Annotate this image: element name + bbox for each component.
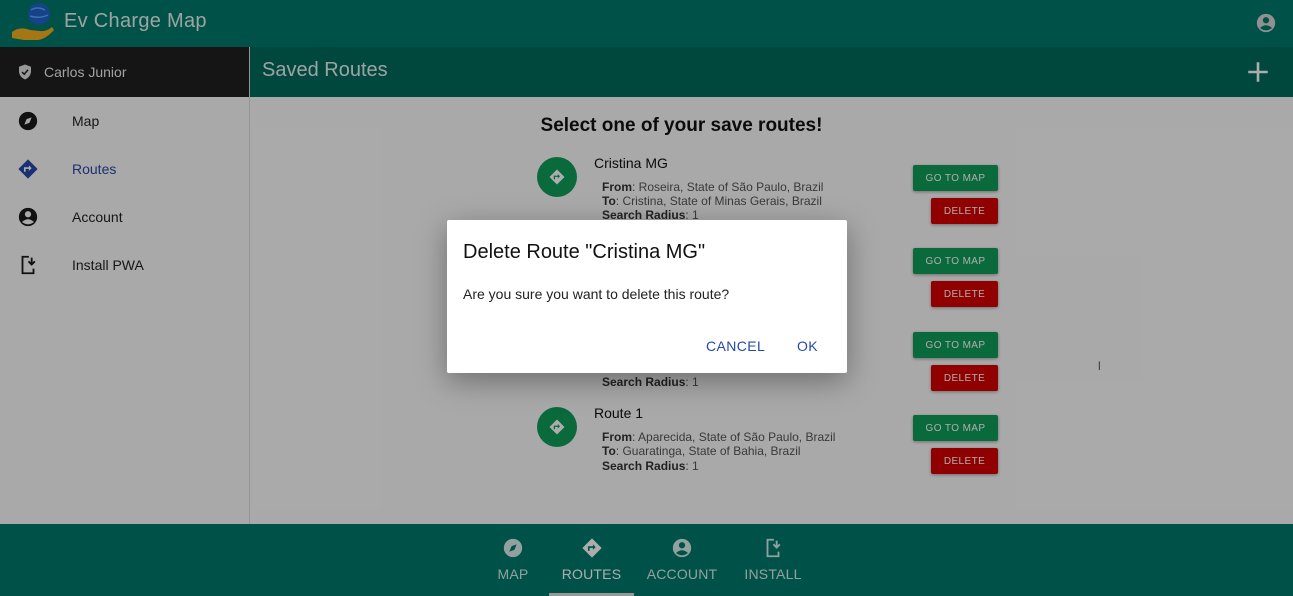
ok-button[interactable]: OK — [797, 338, 818, 354]
delete-route-dialog: Delete Route "Cristina MG" Are you sure … — [447, 220, 847, 373]
cancel-button[interactable]: CANCEL — [706, 338, 765, 354]
dialog-message: Are you sure you want to delete this rou… — [463, 286, 730, 302]
dialog-title: Delete Route "Cristina MG" — [463, 241, 706, 263]
